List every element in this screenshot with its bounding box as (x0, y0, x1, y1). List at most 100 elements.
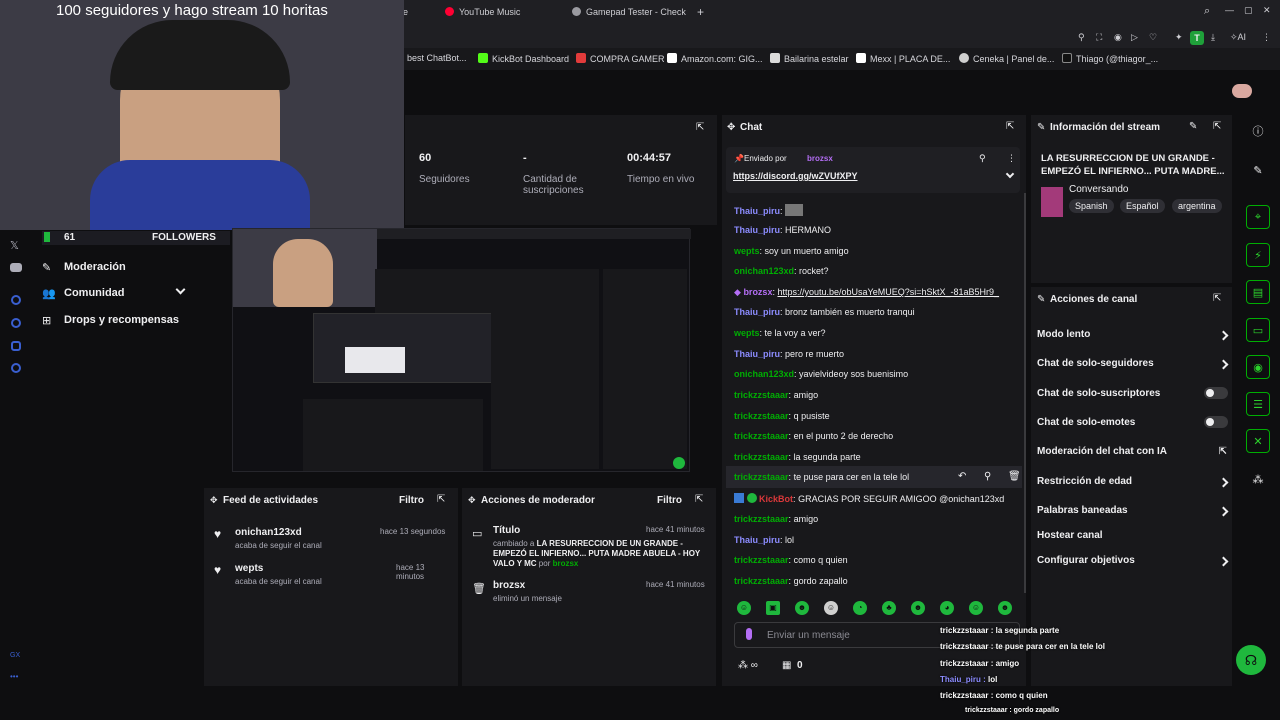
stat-followers-value: 60 (419, 152, 432, 164)
popout-icon[interactable]: ⇱ (696, 122, 704, 133)
activity-feed-filter[interactable]: Filtro (399, 495, 424, 506)
followers-goal-widget: 61 FOLLOWERS (42, 231, 230, 245)
bookmark-item[interactable]: Amazon.com: GIG... (667, 53, 763, 64)
bookmark-item[interactable]: Ceneka | Panel de... (959, 53, 1054, 64)
popout-icon[interactable]: ⇱ (1213, 121, 1221, 132)
emote-button[interactable]: ◕ (940, 601, 954, 615)
heart-icon[interactable]: ♡ (1149, 32, 1157, 43)
popout-icon[interactable]: ⇱ (1213, 293, 1221, 304)
crop-icon[interactable]: ⛶ (1096, 32, 1102, 43)
subs-only-toggle[interactable] (1204, 387, 1228, 399)
bookmark-item[interactable]: Bailarina estelar (770, 53, 849, 64)
tools-icon[interactable]: ✕ (1246, 429, 1270, 453)
new-tab-button[interactable]: + (697, 5, 704, 19)
broadcast-icon[interactable]: ◉ (1246, 355, 1270, 379)
capture-icon[interactable]: ⌖ (1246, 205, 1270, 229)
lightning-icon[interactable]: ⚡ (1246, 243, 1270, 267)
minimize-icon[interactable]: — (1225, 5, 1234, 15)
action-goals[interactable]: Configurar objetivos (1037, 555, 1229, 567)
browser-tab-gamepad-tester[interactable]: Gamepad Tester - Check (572, 7, 686, 17)
pin-icon[interactable]: ⚲ (1078, 32, 1085, 43)
wrench-icon: ✎ (1037, 122, 1046, 133)
action-banned-words[interactable]: Palabras baneadas (1037, 505, 1229, 517)
clipboard-icon[interactable]: ▤ (1246, 280, 1270, 304)
pencil-icon[interactable]: ✎ (1246, 158, 1270, 182)
discord-icon[interactable] (10, 263, 22, 272)
sidebar-item-moderacion[interactable]: ✎ Moderación (42, 259, 192, 279)
microphone-icon[interactable] (746, 628, 752, 640)
pin-message-icon[interactable]: ⚲ (984, 471, 991, 482)
browser-tab-youtube-music[interactable]: YouTube Music (445, 7, 520, 17)
drag-icon[interactable]: ✥ (468, 495, 476, 506)
sidebar-item-drops[interactable]: ⊞ Drops y recompensas (42, 312, 192, 332)
emote-button[interactable]: ◔ (853, 601, 867, 615)
search-icon[interactable]: ⌕ (1204, 5, 1210, 18)
drag-icon[interactable]: ✥ (210, 495, 218, 506)
chat-bubble-icon: ▭ (472, 528, 483, 540)
chat-icon[interactable]: ▭ (1246, 318, 1270, 342)
drag-icon[interactable]: ✥ (727, 122, 735, 133)
play-icon[interactable]: ▷ (1131, 32, 1138, 43)
user-avatar[interactable] (1232, 84, 1252, 98)
camera-icon[interactable]: ◉ (1114, 32, 1122, 43)
emote-button[interactable]: ☺ (969, 601, 983, 615)
points-icon[interactable]: ▦ (782, 660, 791, 671)
emote-button[interactable]: ♣ (882, 601, 896, 615)
x-icon[interactable]: 𝕏 (10, 239, 19, 252)
more-icon[interactable]: ••• (10, 672, 18, 681)
settings-icon[interactable] (11, 363, 21, 373)
unpin-icon[interactable]: ⚲ (979, 153, 986, 164)
bookmark-item[interactable]: best ChatBot... (407, 53, 467, 63)
bookmark-item[interactable]: Thiago (@thiagor_... (1062, 53, 1158, 64)
maximize-icon[interactable]: ▢ (1244, 5, 1253, 16)
community-icon[interactable]: ⁂ ∞ (738, 660, 758, 671)
emote-button[interactable]: ☺ (737, 601, 751, 615)
support-headset-icon[interactable]: ☊ (1236, 645, 1266, 675)
emote-button[interactable]: ☻ (998, 601, 1012, 615)
close-icon[interactable]: ✕ (1263, 5, 1271, 16)
sidebar-item-comunidad[interactable]: 👥 Comunidad (42, 284, 192, 305)
more-options-icon[interactable]: ⋮ (1007, 153, 1016, 164)
layout-icon[interactable]: ☰ (1246, 392, 1270, 416)
popout-icon[interactable]: ⇱ (695, 494, 703, 505)
action-age-restriction[interactable]: Restricción de edad (1037, 476, 1229, 488)
bookmark-item[interactable]: Mexx | PLACA DE... (856, 53, 950, 64)
overlay-chat-line: trickzzstaaar : gordo zapallo (965, 707, 1060, 714)
delete-icon[interactable]: 🗑 (1008, 471, 1021, 482)
nav-circle-icon[interactable] (11, 295, 21, 305)
emote-button[interactable]: ☻ (911, 601, 925, 615)
chevron-right-icon (1218, 330, 1229, 341)
info-icon[interactable]: ⓘ (1246, 119, 1270, 143)
download-icon[interactable]: ⤓ (1211, 32, 1215, 43)
edit-icon[interactable]: ✎ (1189, 121, 1197, 132)
reply-icon[interactable]: ↶ (958, 471, 966, 482)
action-ai-moderation[interactable]: Moderación del chat con IA ⇱ (1037, 446, 1227, 457)
chevron-down-icon[interactable] (1005, 169, 1015, 179)
mod-actions-panel: ✥ Acciones de moderador Filtro ⇱ ▭ Títul… (462, 488, 716, 686)
extension-icon[interactable]: ✦ (1175, 32, 1183, 43)
action-followers-only[interactable]: Chat de solo-seguidores (1037, 358, 1229, 370)
action-host-channel[interactable]: Hostear canal (1037, 530, 1103, 541)
clock-icon[interactable] (11, 318, 21, 328)
popout-icon[interactable]: ⇱ (437, 494, 445, 505)
emote-button[interactable]: ▣ (766, 601, 780, 615)
bookmark-item[interactable]: COMPRA GAMER (576, 53, 665, 64)
popout-icon[interactable]: ⇱ (1006, 121, 1014, 132)
chat-message: trickzzstaaar: amigo (734, 514, 819, 524)
mod-actions-filter[interactable]: Filtro (657, 495, 682, 506)
pinned-link[interactable]: https://discord.gg/wZVUfXPY (733, 171, 858, 181)
chat-scrollbar[interactable] (1024, 193, 1026, 593)
profile-avatar[interactable]: T (1190, 31, 1204, 45)
community-icon[interactable]: ⁂ (1246, 467, 1270, 491)
ai-button[interactable]: ✧AI (1230, 32, 1246, 43)
gx-label: GX (10, 652, 21, 659)
chat-link[interactable]: https://youtu.be/obUsaYeMUEQ?si=hSktX_-8… (777, 287, 999, 297)
bookmark-item[interactable]: KickBot Dashboard (478, 53, 569, 64)
chat-message: Thaiu_piru: (734, 204, 804, 216)
emote-button[interactable]: ☺ (824, 601, 838, 615)
emotes-only-toggle[interactable] (1204, 416, 1228, 428)
menu-icon[interactable]: ⋮ (1262, 32, 1271, 43)
action-slow-mode[interactable]: Modo lento (1037, 329, 1229, 341)
emote-button[interactable]: ☻ (795, 601, 809, 615)
chat-bubble-icon[interactable] (11, 341, 21, 351)
